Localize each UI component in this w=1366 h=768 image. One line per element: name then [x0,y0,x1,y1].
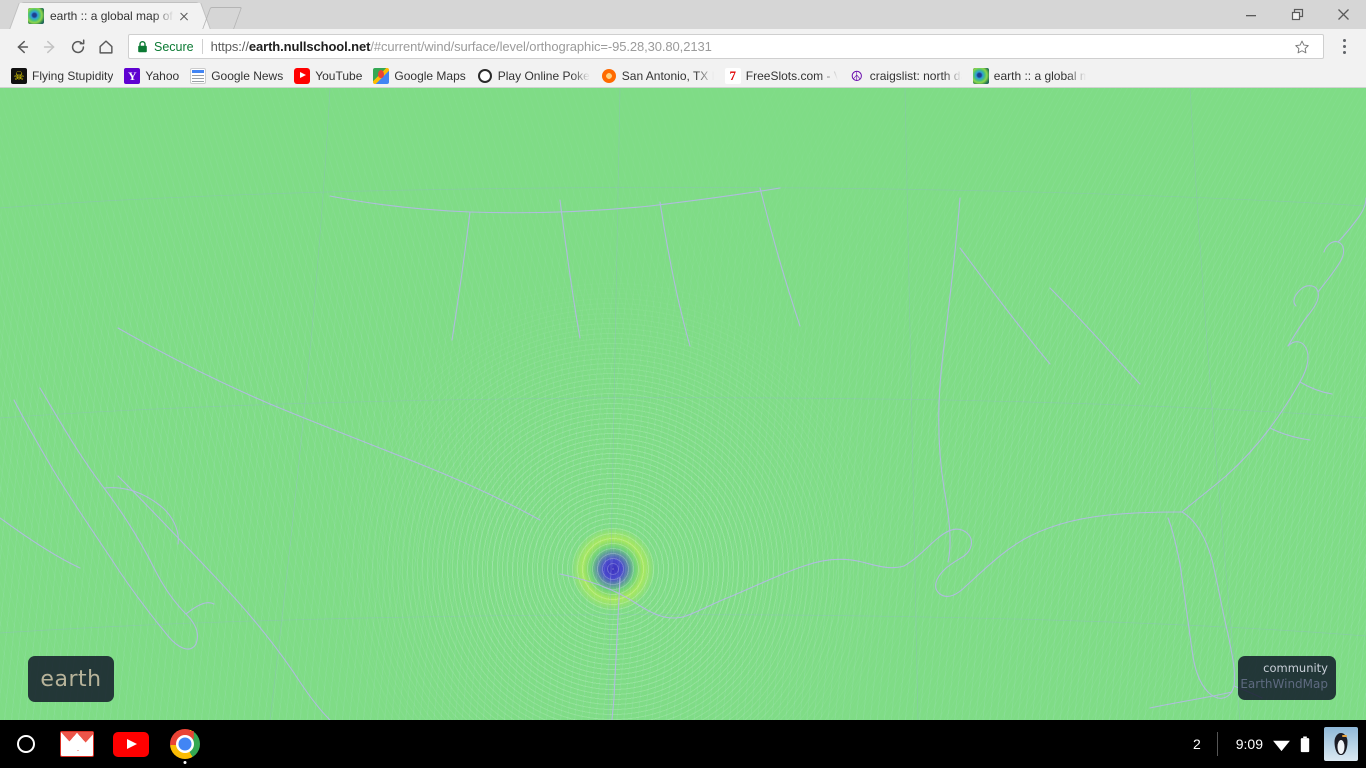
minimize-icon [1246,14,1256,16]
craigslist-peace-icon: ☮ [850,67,864,84]
community-sub-label: EarthWindMap [1240,677,1328,691]
bookmark-label: earth :: a global map [993,68,1086,83]
bookmark-label: YouTube [315,68,363,83]
close-tab-icon[interactable] [176,8,192,24]
arrow-left-icon [17,40,29,53]
back-button[interactable] [8,33,36,61]
restore-button[interactable] [1274,0,1320,29]
address-bar[interactable]: Secure https://earth.nullschool.net/#cur… [128,34,1324,59]
reload-icon [71,38,85,53]
gmail-icon [60,731,94,757]
google-maps-icon [373,67,390,84]
tab-title: earth :: a global map of w [50,9,174,23]
omnibox-divider [201,39,203,54]
poker-chip-icon [477,68,493,84]
community-label: community [1263,661,1328,675]
skull-icon: ☠ [11,67,27,84]
earth-swirl-favicon [28,8,44,24]
weather-sun-icon [601,68,617,84]
youtube-icon [294,67,311,84]
system-taskbar: 2 9:09 [0,720,1366,768]
bookmark-item-8[interactable]: ☮ craigslist: north dako [846,66,968,86]
freeslots-seven-icon: 7 [724,67,741,84]
bookmark-label: Google Maps [394,68,466,83]
padlock-glyph [138,41,147,53]
chrome-icon [170,729,200,759]
url-host: earth.nullschool.net [248,39,371,54]
community-panel[interactable]: community EarthWindMap [1238,656,1336,700]
menu-dot-1 [1342,39,1346,42]
menu-dot-3 [1342,51,1346,54]
new-tab-ghost-shape [201,7,243,30]
url-scheme: https:// [210,39,249,54]
bookmark-item-1[interactable]: Y Yahoo [121,66,185,86]
browser-toolbar: Secure https://earth.nullschool.net/#cur… [0,29,1366,64]
wind-speed-color-field [0,88,1366,720]
earth-logo-label: earth [40,666,102,692]
launcher-circle-icon [17,735,35,753]
secure-label: Secure [154,39,194,54]
tab-strip: earth :: a global map of w [0,0,1366,30]
bookmark-item-0[interactable]: ☠ Flying Stupidity [8,66,119,86]
forward-button [36,33,64,61]
tray-status-area[interactable]: 9:09 [1218,736,1320,753]
minimize-button[interactable] [1228,0,1274,29]
url-text: https://earth.nullschool.net/#current/wi… [211,39,1289,54]
bookmark-label: Google News [211,68,284,83]
earth-logo-panel[interactable]: earth [28,656,114,702]
close-window-button[interactable] [1320,0,1366,29]
bookmark-star-icon[interactable] [1289,35,1315,58]
bookmark-item-3[interactable]: YouTube [291,66,368,86]
bookmark-item-9[interactable]: earth :: a global map [970,66,1092,86]
notification-count[interactable]: 2 [1177,736,1217,752]
launcher-button[interactable] [2,720,50,768]
window-controls [1228,0,1366,29]
bookmark-label: Play Online Poker wit [497,68,590,83]
bookmark-item-7[interactable]: 7 FreeSlots.com - Vide [722,66,844,86]
bookmark-item-4[interactable]: Google Maps [370,66,471,86]
url-path: /#current/wind/surface/level/orthographi… [370,39,712,54]
arrow-right-icon [43,40,55,53]
close-icon [1337,9,1349,20]
earth-wind-map-canvas[interactable]: earth community EarthWindMap [0,88,1366,720]
taskbar-app-gmail[interactable] [50,720,104,768]
chrome-running-indicator [183,761,187,764]
bookmark-label: Yahoo [145,68,180,83]
battery-icon [1300,736,1310,752]
new-tab-button[interactable] [201,7,243,30]
bookmark-item-5[interactable]: Play Online Poker wit [474,66,596,86]
home-icon [99,39,113,54]
browser-tab-earth[interactable]: earth :: a global map of w [22,3,198,29]
home-button[interactable] [92,33,120,61]
penguin-avatar[interactable] [1324,727,1358,761]
bookmark-label: Flying Stupidity [32,68,114,83]
star-glyph [1295,40,1309,53]
browser-window: earth :: a global map of w Secure https:… [0,0,1366,720]
google-news-icon [190,67,207,84]
menu-dot-2 [1342,45,1346,48]
reload-button[interactable] [64,33,92,61]
chrome-menu-icon[interactable] [1330,32,1358,62]
bookmarks-bar: ☠ Flying Stupidity Y Yahoo Google News YouTub… [0,64,1366,88]
bookmark-label: craigslist: north dako [869,68,962,83]
yahoo-icon: Y [124,67,141,84]
restore-icon [1291,8,1303,21]
bookmark-item-6[interactable]: San Antonio, TX Inte [598,66,720,86]
bookmark-label: FreeSlots.com - Vide [745,68,838,83]
taskbar-app-youtube[interactable] [104,720,158,768]
bookmark-item-2[interactable]: Google News [187,66,289,86]
lock-icon [137,40,149,53]
avatar-penguin-belly [1337,739,1345,754]
system-tray: 2 9:09 [1177,720,1366,768]
youtube-icon [113,731,149,757]
clock-label: 9:09 [1235,736,1263,752]
bookmark-label: San Antonio, TX Inte [621,68,714,83]
wifi-icon [1273,740,1290,751]
earth-swirl-icon [972,67,989,84]
taskbar-app-chrome[interactable] [158,720,212,768]
